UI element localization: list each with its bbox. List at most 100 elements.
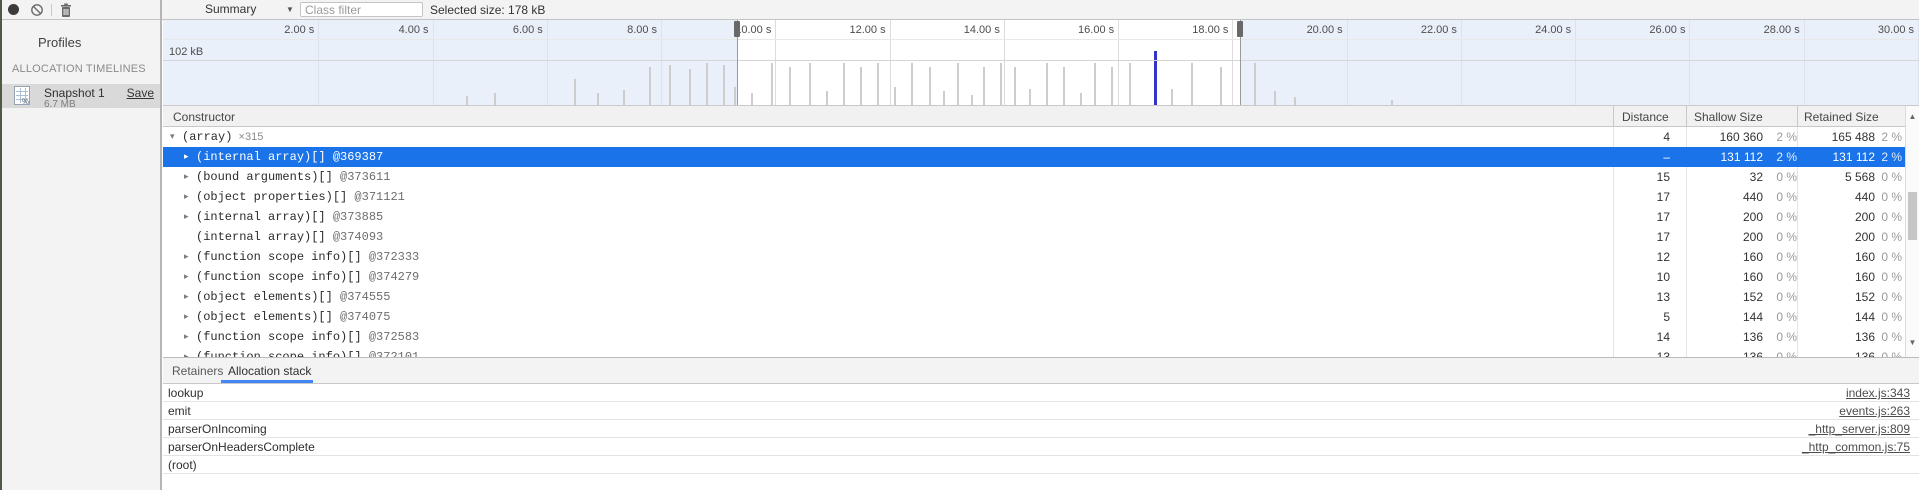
retained-size-value: 152 bbox=[1797, 290, 1875, 304]
stack-frame-row[interactable]: parserOnIncoming_http_server.js:809 bbox=[163, 420, 1919, 438]
expander-closed-icon[interactable]: ▸ bbox=[184, 271, 189, 282]
allocation-bar bbox=[1094, 63, 1096, 105]
stack-frame-row[interactable]: parserOnHeadersComplete_http_common.js:7… bbox=[163, 438, 1919, 456]
active-tab-underline bbox=[221, 380, 313, 383]
constructor-name: (bound arguments)[] @373611 bbox=[196, 170, 390, 184]
expander-open-icon[interactable]: ▾ bbox=[170, 131, 175, 142]
shallow-size-value: 160 bbox=[1686, 270, 1763, 284]
tab-retainers[interactable]: Retainers bbox=[172, 364, 223, 378]
allocation-bar bbox=[689, 69, 691, 105]
column-header-distance[interactable]: Distance bbox=[1622, 110, 1669, 124]
record-heap-button[interactable] bbox=[8, 4, 19, 15]
allocation-bar bbox=[1129, 63, 1131, 105]
expander-closed-icon[interactable]: ▸ bbox=[184, 171, 189, 182]
class-filter-input[interactable] bbox=[300, 2, 423, 17]
shallow-size-cell: 2000 % bbox=[1686, 230, 1797, 244]
column-header-shallow-size[interactable]: Shallow Size bbox=[1694, 110, 1763, 124]
shallow-size-value: 160 bbox=[1686, 250, 1763, 264]
ruler-tick-label: 18.00 s bbox=[1148, 24, 1228, 36]
table-row[interactable]: ▸(internal array)[] @373885172000 %2000 … bbox=[163, 207, 1905, 227]
table-row[interactable]: ▸(internal array)[] @369387–131 1122 %13… bbox=[163, 147, 1905, 167]
expander-closed-icon[interactable]: ▸ bbox=[184, 191, 189, 202]
expander-closed-icon[interactable]: ▸ bbox=[184, 291, 189, 302]
stack-frame-row[interactable]: lookupindex.js:343 bbox=[163, 384, 1919, 402]
stack-frame-row[interactable]: emitevents.js:263 bbox=[163, 402, 1919, 420]
allocation-bar bbox=[751, 93, 753, 105]
constructor-name: (internal array)[] @373885 bbox=[196, 210, 383, 224]
shallow-size-value: 136 bbox=[1686, 330, 1763, 344]
table-row[interactable]: ▸(object properties)[] @371121174400 %44… bbox=[163, 187, 1905, 207]
retained-size-value: 200 bbox=[1797, 230, 1875, 244]
stack-source-link[interactable]: events.js:263 bbox=[1839, 404, 1910, 418]
constructor-grid: ▾(array) ×3154160 3602 %165 4882 %▸(inte… bbox=[163, 127, 1905, 357]
table-row[interactable]: ▾(array) ×3154160 3602 %165 4882 % bbox=[163, 127, 1905, 147]
shallow-size-value: 200 bbox=[1686, 210, 1763, 224]
distance-cell: 14 bbox=[1613, 330, 1686, 344]
toolbar: Summary ▼ Selected size: 178 kB bbox=[2, 0, 1919, 20]
retained-size-percent: 0 % bbox=[1875, 190, 1905, 204]
ruler-tick-label: 20.00 s bbox=[1263, 24, 1343, 36]
table-row[interactable]: ▸(function scope info)[] @374279101600 %… bbox=[163, 267, 1905, 287]
ruler-tick-label: 10.00 s bbox=[691, 24, 771, 36]
retained-size-cell: 1360 % bbox=[1797, 350, 1905, 357]
allocation-bar bbox=[1046, 63, 1048, 105]
table-row[interactable]: ▸(function scope info)[] @372101131360 %… bbox=[163, 347, 1905, 357]
ruler-tick-label: 22.00 s bbox=[1377, 24, 1457, 36]
stack-frame-row[interactable]: (root) bbox=[163, 456, 1919, 474]
ruler-gridline bbox=[1232, 20, 1233, 105]
allocation-bar bbox=[1191, 63, 1193, 105]
table-row[interactable]: ▸(object elements)[] @374555131520 %1520… bbox=[163, 287, 1905, 307]
expander-closed-icon[interactable]: ▸ bbox=[184, 251, 189, 262]
distance-value: 10 bbox=[1613, 270, 1670, 284]
scrollbar-thumb[interactable] bbox=[1908, 192, 1917, 240]
expander-closed-icon[interactable]: ▸ bbox=[184, 331, 189, 342]
tab-allocation-stack[interactable]: Allocation stack bbox=[228, 364, 311, 378]
perspective-select[interactable]: Summary bbox=[205, 2, 256, 18]
table-row[interactable]: ▸(function scope info)[] @372333121600 %… bbox=[163, 247, 1905, 267]
table-row[interactable]: (internal array)[] @374093172000 %2000 % bbox=[163, 227, 1905, 247]
selection-handle-right[interactable] bbox=[1237, 21, 1243, 37]
retained-size-percent: 0 % bbox=[1875, 350, 1905, 357]
ruler-gridline bbox=[1118, 20, 1119, 105]
stack-source-link[interactable]: _http_common.js:75 bbox=[1802, 440, 1910, 454]
distance-cell: 15 bbox=[1613, 170, 1686, 184]
distance-value: 14 bbox=[1613, 330, 1670, 344]
expander-closed-icon[interactable]: ▸ bbox=[184, 211, 189, 222]
retained-size-percent: 0 % bbox=[1875, 210, 1905, 224]
table-row[interactable]: ▸(function scope info)[] @372583141360 %… bbox=[163, 327, 1905, 347]
retained-size-cell: 2000 % bbox=[1797, 210, 1905, 224]
shallow-size-cell: 1440 % bbox=[1686, 310, 1797, 324]
allocation-bar bbox=[1254, 63, 1256, 105]
stack-source-link[interactable]: index.js:343 bbox=[1846, 386, 1910, 400]
clear-icon[interactable] bbox=[30, 3, 44, 17]
distance-cell: 17 bbox=[1613, 230, 1686, 244]
overview-chart[interactable]: 2.00 s4.00 s6.00 s8.00 s10.00 s12.00 s14… bbox=[163, 20, 1919, 106]
expander-closed-icon[interactable]: ▸ bbox=[184, 311, 189, 322]
distance-cell: 13 bbox=[1613, 350, 1686, 357]
object-id: @372333 bbox=[362, 250, 420, 264]
grid-scrollbar[interactable]: ▲ ▼ bbox=[1905, 106, 1919, 357]
ruler-tick-label: 6.00 s bbox=[463, 24, 543, 36]
selection-handle-left[interactable] bbox=[734, 21, 740, 37]
shallow-size-percent: 0 % bbox=[1763, 250, 1797, 264]
column-header-constructor[interactable]: Constructor bbox=[173, 110, 235, 124]
table-row[interactable]: ▸(bound arguments)[] @37361115320 %5 568… bbox=[163, 167, 1905, 187]
trash-icon[interactable] bbox=[59, 3, 73, 18]
scroll-up-icon[interactable]: ▲ bbox=[1906, 112, 1919, 121]
column-header-retained-size[interactable]: Retained Size bbox=[1804, 110, 1879, 124]
shallow-size-value: 144 bbox=[1686, 310, 1763, 324]
snapshot-item[interactable]: % Snapshot 1 6.7 MB Save bbox=[2, 84, 160, 108]
snapshot-save-link[interactable]: Save bbox=[127, 86, 154, 100]
chevron-down-icon: ▼ bbox=[286, 5, 294, 14]
scroll-down-icon[interactable]: ▼ bbox=[1906, 338, 1919, 347]
retained-size-value: 136 bbox=[1797, 350, 1875, 357]
ruler-gridline bbox=[775, 20, 776, 105]
instance-count: ×315 bbox=[232, 131, 263, 143]
retained-size-value: 200 bbox=[1797, 210, 1875, 224]
object-id: @374075 bbox=[333, 310, 391, 324]
allocation-bar bbox=[706, 63, 708, 105]
object-id: @372101 bbox=[362, 350, 420, 357]
stack-source-link[interactable]: _http_server.js:809 bbox=[1809, 422, 1910, 436]
expander-closed-icon[interactable]: ▸ bbox=[184, 151, 189, 162]
table-row[interactable]: ▸(object elements)[] @37407551440 %1440 … bbox=[163, 307, 1905, 327]
